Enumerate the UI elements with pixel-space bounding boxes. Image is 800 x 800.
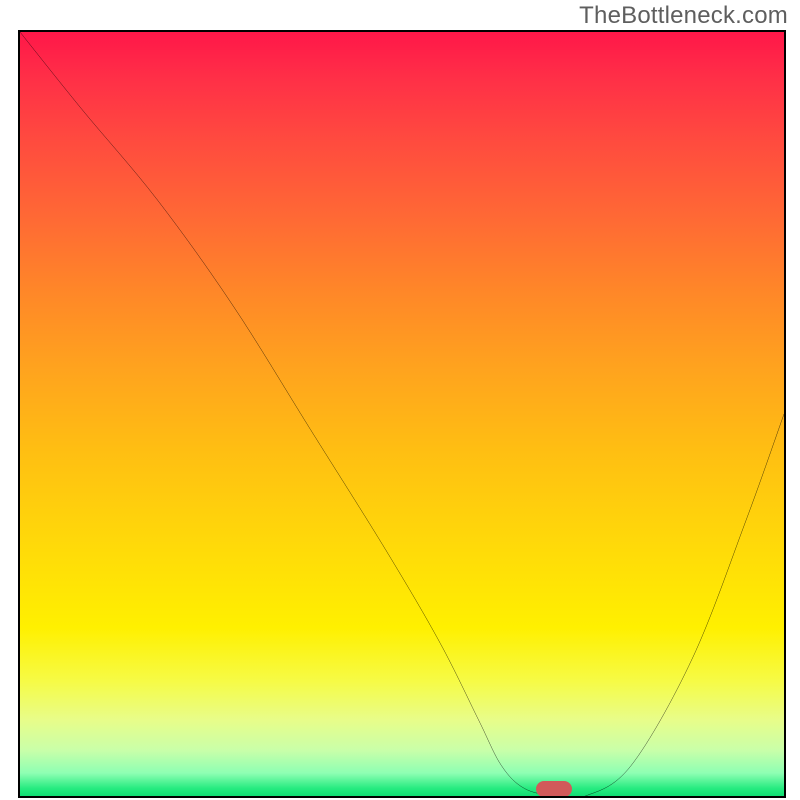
chart-frame: TheBottleneck.com (0, 0, 800, 800)
data-marker (536, 781, 572, 797)
plot-area (18, 30, 786, 798)
data-curve (20, 32, 784, 796)
curve-line (20, 32, 784, 796)
watermark-text: TheBottleneck.com (579, 2, 788, 30)
